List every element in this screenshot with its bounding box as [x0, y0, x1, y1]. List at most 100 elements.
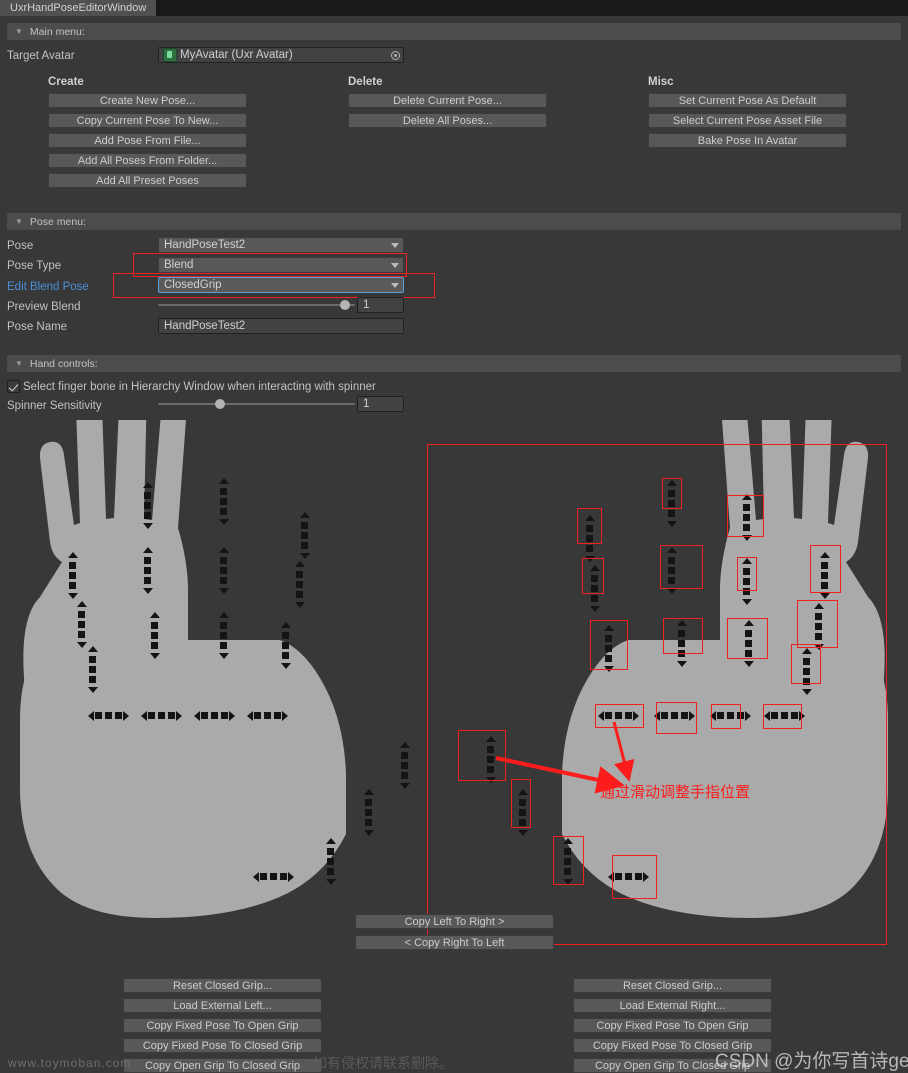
spinner-right-index-proximal[interactable]: [602, 625, 615, 672]
select-current-pose-asset-file-button[interactable]: Select Current Pose Asset File: [648, 113, 847, 128]
spinner-left-middle-proximal[interactable]: [217, 612, 230, 659]
spinner-right-spread-pinky[interactable]: [764, 709, 805, 722]
spinner-down-arrow-icon[interactable]: [76, 642, 87, 648]
left-load-external-button[interactable]: Load External Left...: [123, 998, 322, 1013]
spinner-left-spread-thumb[interactable]: [253, 870, 294, 883]
spinner-left-arrow-icon[interactable]: [608, 871, 614, 882]
spinner-right-thumb-proximal[interactable]: [561, 838, 574, 885]
spinner-right-pinky-distal[interactable]: [818, 552, 831, 599]
spinner-right-index-distal[interactable]: [583, 515, 596, 562]
bake-pose-in-avatar-button[interactable]: Bake Pose In Avatar: [648, 133, 847, 148]
spinner-down-arrow-icon[interactable]: [142, 588, 153, 594]
spinner-down-arrow-icon[interactable]: [149, 653, 160, 659]
spinner-right-ring-proximal[interactable]: [742, 620, 755, 667]
right-copy-fixed-pose-to-closed-grip-button[interactable]: Copy Fixed Pose To Closed Grip: [573, 1038, 772, 1053]
spinner-left-ring-middle[interactable]: [293, 561, 306, 608]
spinner-left-index-middle[interactable]: [141, 547, 154, 594]
spinner-down-arrow-icon[interactable]: [363, 830, 374, 836]
spinner-left-spread-index[interactable]: [247, 709, 288, 722]
spinner-left-arrow-icon[interactable]: [141, 710, 147, 721]
spinner-left-thumb-distal[interactable]: [398, 742, 411, 789]
spinner-left-middle-middle[interactable]: [217, 547, 230, 594]
spinner-right-pinky-middle[interactable]: [812, 603, 825, 650]
spinner-up-arrow-icon[interactable]: [280, 622, 291, 628]
spinner-right-index-middle[interactable]: [588, 565, 601, 612]
spinner-left-arrow-icon[interactable]: [764, 710, 770, 721]
spinner-down-arrow-icon[interactable]: [142, 523, 153, 529]
spinner-up-arrow-icon[interactable]: [87, 646, 98, 652]
spinner-left-spread-middle[interactable]: [194, 709, 235, 722]
spinner-down-arrow-icon[interactable]: [819, 593, 830, 599]
spinner-up-arrow-icon[interactable]: [218, 612, 229, 618]
spinner-down-arrow-icon[interactable]: [218, 588, 229, 594]
left-copy-fixed-pose-to-closed-grip-button[interactable]: Copy Fixed Pose To Closed Grip: [123, 1038, 322, 1053]
spinner-down-arrow-icon[interactable]: [741, 535, 752, 541]
spinner-down-arrow-icon[interactable]: [218, 653, 229, 659]
spinner-left-thumb-middle[interactable]: [362, 789, 375, 836]
spinner-left-arrow-icon[interactable]: [247, 710, 253, 721]
spinner-down-arrow-icon[interactable]: [666, 521, 677, 527]
spinner-right-middle-distal[interactable]: [665, 480, 678, 527]
spinner-up-arrow-icon[interactable]: [819, 552, 830, 558]
spinner-up-arrow-icon[interactable]: [603, 625, 614, 631]
spinner-up-arrow-icon[interactable]: [325, 838, 336, 844]
preview-blend-value-field[interactable]: 1: [357, 297, 404, 313]
spinner-left-thumb-proximal[interactable]: [324, 838, 337, 885]
spinner-down-arrow-icon[interactable]: [87, 687, 98, 693]
spinner-up-arrow-icon[interactable]: [741, 494, 752, 500]
spinner-up-arrow-icon[interactable]: [813, 603, 824, 609]
spinner-sensitivity-slider[interactable]: [158, 396, 355, 412]
spinner-up-arrow-icon[interactable]: [363, 789, 374, 795]
spinner-right-arrow-icon[interactable]: [123, 710, 129, 721]
spinner-right-spread-middle[interactable]: [654, 709, 695, 722]
spinner-down-arrow-icon[interactable]: [67, 593, 78, 599]
preview-blend-slider[interactable]: [158, 297, 355, 313]
spinner-down-arrow-icon[interactable]: [813, 644, 824, 650]
spinner-up-arrow-icon[interactable]: [676, 620, 687, 626]
spinner-up-arrow-icon[interactable]: [485, 736, 496, 742]
create-new-pose-button[interactable]: Create New Pose...: [48, 93, 247, 108]
spinner-down-arrow-icon[interactable]: [676, 661, 687, 667]
spinner-down-arrow-icon[interactable]: [517, 830, 528, 836]
spinner-down-arrow-icon[interactable]: [743, 661, 754, 667]
spinner-up-arrow-icon[interactable]: [218, 547, 229, 553]
left-copy-fixed-pose-to-open-grip-button[interactable]: Copy Fixed Pose To Open Grip: [123, 1018, 322, 1033]
spinner-right-arrow-icon[interactable]: [643, 871, 649, 882]
spinner-right-middle-middle[interactable]: [665, 547, 678, 594]
spinner-up-arrow-icon[interactable]: [67, 552, 78, 558]
spinner-down-arrow-icon[interactable]: [741, 599, 752, 605]
spinner-right-arrow-icon[interactable]: [282, 710, 288, 721]
spinner-up-arrow-icon[interactable]: [294, 561, 305, 567]
tab-uxr-hand-pose-editor-window[interactable]: UxrHandPoseEditorWindow: [0, 0, 157, 16]
spinner-up-arrow-icon[interactable]: [517, 789, 528, 795]
spinner-right-thumb-middle[interactable]: [516, 789, 529, 836]
spinner-up-arrow-icon[interactable]: [299, 512, 310, 518]
right-load-external-button[interactable]: Load External Right...: [573, 998, 772, 1013]
right-copy-fixed-pose-to-open-grip-button[interactable]: Copy Fixed Pose To Open Grip: [573, 1018, 772, 1033]
spinner-down-arrow-icon[interactable]: [801, 689, 812, 695]
spinner-down-arrow-icon[interactable]: [218, 519, 229, 525]
left-copy-open-grip-to-closed-grip-button[interactable]: Copy Open Grip To Closed Grip: [123, 1058, 322, 1073]
spinner-down-arrow-icon[interactable]: [325, 879, 336, 885]
spinner-left-ring-distal[interactable]: [298, 512, 311, 559]
spinner-right-spread-index[interactable]: [598, 709, 639, 722]
hand-controls-foldout-header[interactable]: ▼ Hand controls:: [7, 355, 901, 372]
spinner-left-pinky-middle[interactable]: [75, 601, 88, 648]
slider-knob[interactable]: [215, 399, 225, 409]
spinner-up-arrow-icon[interactable]: [142, 547, 153, 553]
spinner-right-ring-middle[interactable]: [740, 558, 753, 605]
spinner-left-pinky-distal[interactable]: [66, 552, 79, 599]
spinner-left-ring-proximal[interactable]: [279, 622, 292, 669]
pose-name-input[interactable]: HandPoseTest2: [158, 318, 404, 334]
spinner-left-arrow-icon[interactable]: [598, 710, 604, 721]
spinner-up-arrow-icon[interactable]: [76, 601, 87, 607]
slider-knob[interactable]: [340, 300, 350, 310]
spinner-down-arrow-icon[interactable]: [603, 666, 614, 672]
add-all-poses-from-folder-button[interactable]: Add All Poses From Folder...: [48, 153, 247, 168]
right-copy-open-grip-to-closed-grip-button[interactable]: Copy Open Grip To Closed Grip: [573, 1058, 772, 1073]
spinner-down-arrow-icon[interactable]: [294, 602, 305, 608]
pose-dropdown[interactable]: HandPoseTest2: [158, 237, 404, 253]
left-reset-closed-grip-button[interactable]: Reset Closed Grip...: [123, 978, 322, 993]
spinner-right-ring-distal[interactable]: [740, 494, 753, 541]
spinner-down-arrow-icon[interactable]: [589, 606, 600, 612]
